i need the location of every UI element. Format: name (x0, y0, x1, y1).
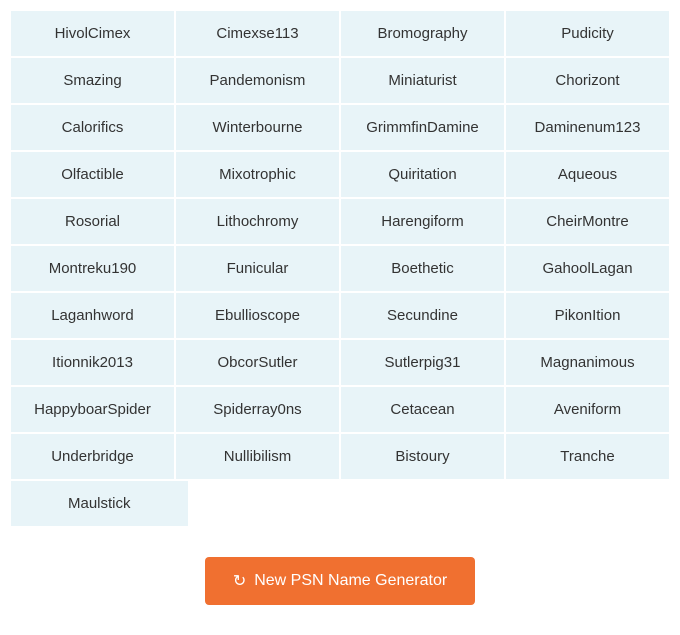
grid-cell: Sutlerpig31 (340, 339, 505, 386)
grid-cell: Laganhword (10, 292, 175, 339)
grid-cell: Calorifics (10, 104, 175, 151)
grid-cell: Quiritation (340, 151, 505, 198)
grid-cell: HappyboarSpider (10, 386, 175, 433)
grid-cell: Funicular (175, 245, 340, 292)
grid-row: Itionnik2013ObcorSutlerSutlerpig31Magnan… (10, 339, 670, 386)
grid-row: HivolCimexCimexse113BromographyPudicity (10, 10, 670, 57)
grid-cell: Bistoury (340, 433, 505, 480)
grid-cell: Maulstick (10, 480, 189, 527)
grid-cell: Pandemonism (175, 57, 340, 104)
grid-cell: HivolCimex (10, 10, 175, 57)
grid-cell-empty (510, 480, 671, 527)
grid-row: CalorificsWinterbourneGrimmfinDamineDami… (10, 104, 670, 151)
grid-cell: GahoolLagan (505, 245, 670, 292)
refresh-icon: ↻ (233, 571, 246, 591)
grid-cell: Itionnik2013 (10, 339, 175, 386)
grid-cell: Tranche (505, 433, 670, 480)
grid-cell: Smazing (10, 57, 175, 104)
grid-row: Montreku190FunicularBoetheticGahoolLagan (10, 245, 670, 292)
grid-row: UnderbridgeNullibilismBistouryTranche (10, 433, 670, 480)
grid-cell: Daminenum123 (505, 104, 670, 151)
grid-cell: Spiderray0ns (175, 386, 340, 433)
grid-cell: Rosorial (10, 198, 175, 245)
grid-cell: Bromography (340, 10, 505, 57)
grid-cell: Magnanimous (505, 339, 670, 386)
grid-cell: Boethetic (340, 245, 505, 292)
grid-cell: Montreku190 (10, 245, 175, 292)
grid-cell: Aqueous (505, 151, 670, 198)
grid-cell-empty (189, 480, 350, 527)
grid-cell: Nullibilism (175, 433, 340, 480)
grid-cell: Harengiform (340, 198, 505, 245)
grid-cell: GrimmfinDamine (340, 104, 505, 151)
grid-cell: Chorizont (505, 57, 670, 104)
grid-cell: CheirMontre (505, 198, 670, 245)
generate-button-label: New PSN Name Generator (254, 572, 447, 590)
grid-cell: ObcorSutler (175, 339, 340, 386)
grid-row: LaganhwordEbullioscopeSecundinePikonItio… (10, 292, 670, 339)
grid-cell: Cetacean (340, 386, 505, 433)
grid-cell: Miniaturist (340, 57, 505, 104)
grid-cell: Lithochromy (175, 198, 340, 245)
grid-row: SmazingPandemonismMiniaturistChorizont (10, 57, 670, 104)
grid-cell: Olfactible (10, 151, 175, 198)
grid-cell: Aveniform (505, 386, 670, 433)
grid-row: HappyboarSpiderSpiderray0nsCetaceanAveni… (10, 386, 670, 433)
grid-cell: Ebullioscope (175, 292, 340, 339)
grid-cell: Underbridge (10, 433, 175, 480)
generate-button[interactable]: ↻ New PSN Name Generator (205, 557, 475, 605)
grid-row: Maulstick (10, 480, 670, 527)
grid-cell: Mixotrophic (175, 151, 340, 198)
grid-cell: Pudicity (505, 10, 670, 57)
grid-cell-empty (349, 480, 510, 527)
name-grid: HivolCimexCimexse113BromographyPudicityS… (10, 10, 670, 527)
grid-cell: Secundine (340, 292, 505, 339)
grid-row: RosorialLithochromyHarengiformCheirMontr… (10, 198, 670, 245)
button-container: ↻ New PSN Name Generator (205, 557, 475, 605)
grid-cell: PikonItion (505, 292, 670, 339)
grid-cell: Winterbourne (175, 104, 340, 151)
grid-cell: Cimexse113 (175, 10, 340, 57)
grid-row: OlfactibleMixotrophicQuiritationAqueous (10, 151, 670, 198)
